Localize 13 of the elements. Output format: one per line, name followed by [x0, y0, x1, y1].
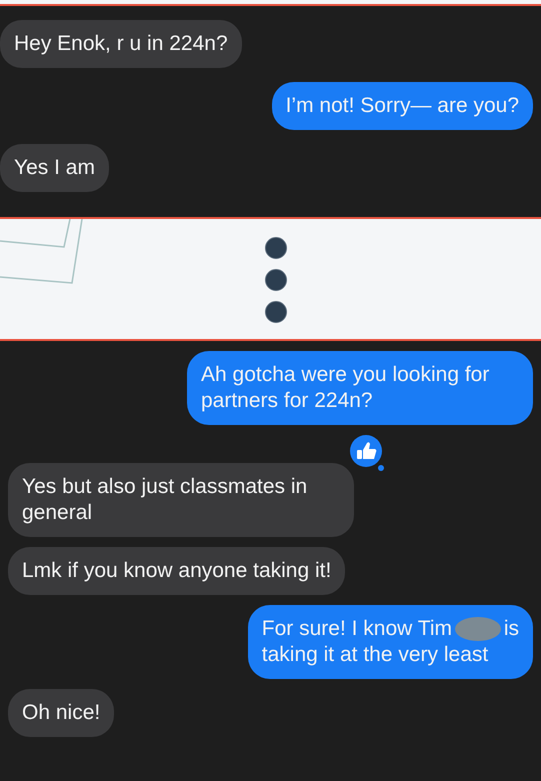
- message-text: Oh nice!: [22, 701, 100, 724]
- message-text: Lmk if you know anyone taking it!: [22, 558, 332, 582]
- ellipsis-dot: [264, 268, 286, 291]
- message-text: Yes but also just classmates in general: [22, 474, 308, 524]
- message-text: For sure! I know Tim: [262, 616, 452, 640]
- ellipsis-dot: [264, 300, 286, 323]
- message-text: Yes I am: [14, 156, 95, 179]
- ellipsis-dot: [264, 236, 286, 259]
- message-text: taking it at the very least: [262, 643, 488, 666]
- message-text: is: [504, 616, 519, 640]
- message-text: Hey Enok, r u in 224n?: [14, 32, 228, 55]
- message-text: I’m not! Sorry— are you?: [286, 94, 519, 117]
- message-text: Ah gotcha were you looking for partners for 224n?: [201, 362, 490, 412]
